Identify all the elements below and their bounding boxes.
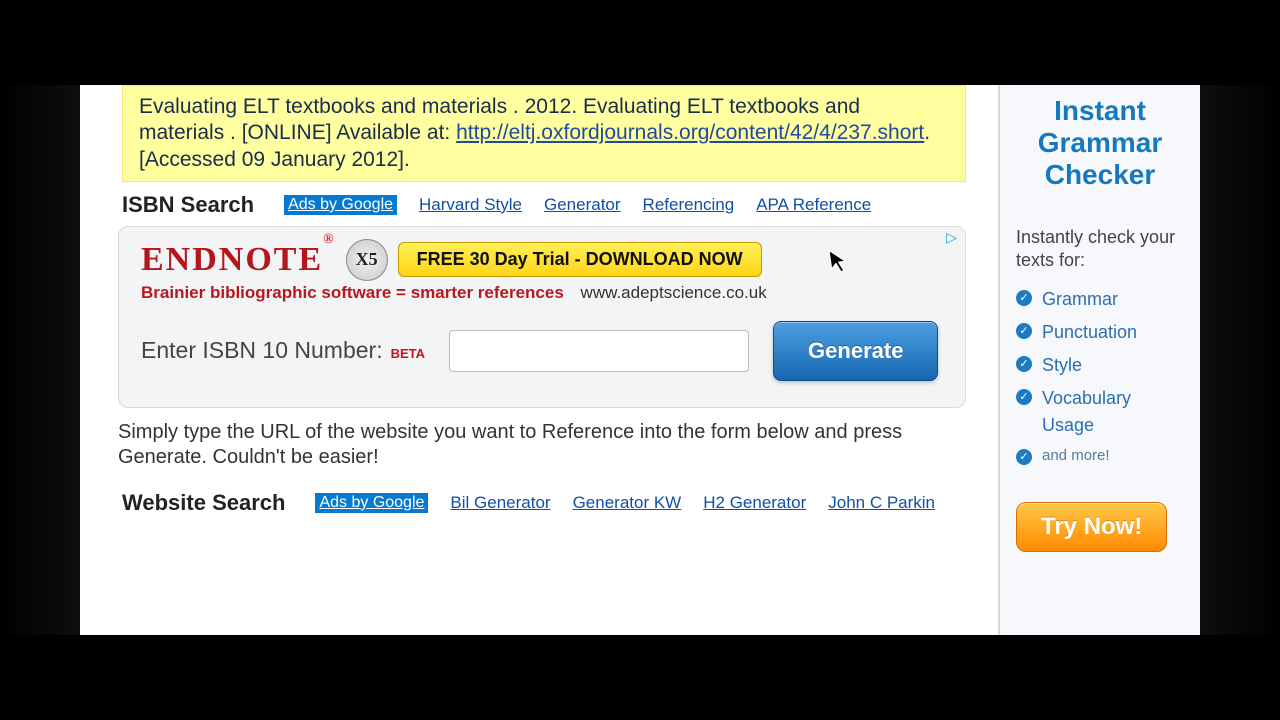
pillarbox-right [1200, 0, 1280, 720]
endnote-tagline-row: Brainier bibliographic software = smarte… [141, 283, 943, 303]
letterbox-bottom [0, 635, 1280, 720]
check-item-more: ✓and more! [1016, 445, 1184, 468]
isbn-input[interactable] [449, 330, 749, 372]
endnote-version-badge: X5 [346, 239, 388, 281]
sidebar-subtitle: Instantly check your texts for: [1016, 226, 1184, 273]
check-icon: ✓ [1016, 290, 1032, 306]
ad-link-bil-generator[interactable]: Bil Generator [450, 493, 550, 513]
isbn-input-row: Enter ISBN 10 Number: BETA Generate [141, 321, 943, 381]
check-item-style: ✓Style [1016, 352, 1184, 379]
check-icon: ✓ [1016, 389, 1032, 405]
website-section-title: Website Search [122, 490, 285, 516]
endnote-tagline: Brainier bibliographic software = smarte… [141, 283, 564, 302]
check-item-punctuation: ✓Punctuation [1016, 319, 1184, 346]
cursor-icon [828, 247, 852, 281]
website-section-header: Website Search Ads by Google Bil Generat… [116, 486, 966, 520]
adchoices-icon[interactable]: ▷ [946, 229, 957, 246]
ad-link-generator-kw[interactable]: Generator KW [573, 493, 682, 513]
endnote-download-button[interactable]: FREE 30 Day Trial - DOWNLOAD NOW [398, 242, 762, 277]
ad-link-harvard-style[interactable]: Harvard Style [419, 195, 522, 215]
helper-text: Simply type the URL of the website you w… [118, 420, 966, 470]
try-now-button[interactable]: Try Now! [1016, 502, 1167, 552]
isbn-section-title: ISBN Search [122, 192, 254, 218]
citation-url-link[interactable]: http://eltj.oxfordjournals.org/content/4… [456, 121, 924, 144]
beta-badge: BETA [391, 346, 425, 361]
check-icon: ✓ [1016, 449, 1032, 465]
citation-result: Evaluating ELT textbooks and materials .… [122, 85, 966, 182]
check-icon: ✓ [1016, 323, 1032, 339]
ads-by-google-badge[interactable]: Ads by Google [284, 195, 397, 215]
endnote-ad[interactable]: ENDNOTE® X5 FREE 30 Day Trial - DOWNLOAD… [141, 239, 943, 281]
ads-by-google-badge-2[interactable]: Ads by Google [315, 493, 428, 513]
ad-link-john-c-parkin[interactable]: John C Parkin [828, 493, 935, 513]
endnote-domain: www.adeptscience.co.uk [581, 283, 767, 302]
ad-link-apa-reference[interactable]: APA Reference [756, 195, 871, 215]
check-icon: ✓ [1016, 356, 1032, 372]
sidebar: Instant Grammar Checker Instantly check … [1000, 85, 1200, 635]
check-item-grammar: ✓Grammar [1016, 286, 1184, 313]
check-item-vocabulary: ✓Vocabulary Usage [1016, 385, 1184, 439]
isbn-section-header: ISBN Search Ads by Google Harvard Style … [116, 188, 966, 222]
ad-link-referencing[interactable]: Referencing [643, 195, 735, 215]
endnote-logo: ENDNOTE® [141, 241, 336, 279]
letterbox-top [0, 0, 1280, 85]
pillarbox-left [0, 0, 80, 720]
main-column: Evaluating ELT textbooks and materials .… [80, 85, 998, 635]
sidebar-title: Instant Grammar Checker [1016, 95, 1184, 192]
generate-button[interactable]: Generate [773, 321, 938, 381]
ad-link-generator[interactable]: Generator [544, 195, 621, 215]
ad-link-h2-generator[interactable]: H2 Generator [703, 493, 806, 513]
isbn-input-label: Enter ISBN 10 Number: BETA [141, 337, 425, 364]
sidebar-check-list: ✓Grammar ✓Punctuation ✓Style ✓Vocabulary… [1016, 286, 1184, 468]
page-content: Evaluating ELT textbooks and materials .… [80, 85, 1200, 635]
